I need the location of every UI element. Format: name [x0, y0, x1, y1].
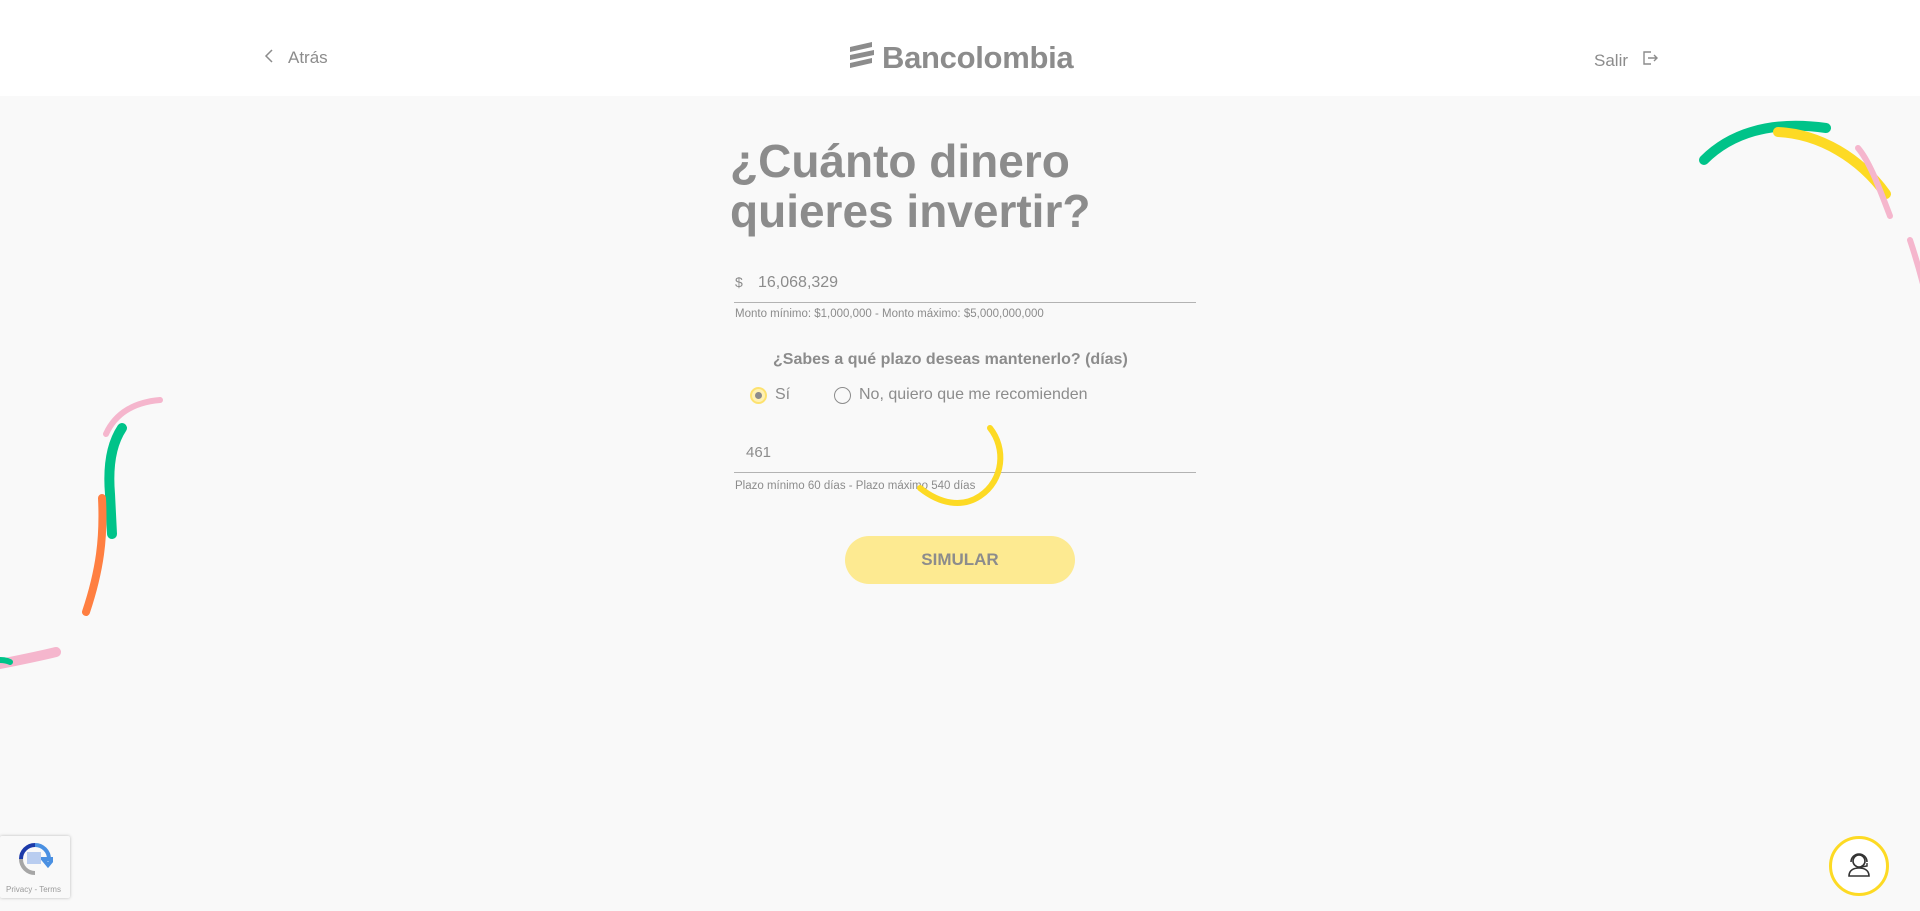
- amount-input[interactable]: [758, 274, 1178, 292]
- decorative-arc-top-right: [1699, 120, 1920, 285]
- simulate-button[interactable]: SIMULAR: [845, 536, 1075, 584]
- radio-option-no[interactable]: No, quiero que me recomienden: [834, 386, 1088, 404]
- currency-symbol: $: [735, 274, 743, 290]
- amount-hint: Monto mínimo: $1,000,000 - Monto máximo:…: [735, 308, 1044, 320]
- recaptcha-badge[interactable]: Privacy - Terms: [0, 836, 70, 898]
- radio-yes-label: Sí: [775, 386, 791, 403]
- help-button[interactable]: [1829, 836, 1889, 896]
- recaptcha-icon: [17, 842, 58, 881]
- top-header: Atrás Bancolombia Salir: [0, 0, 1920, 96]
- back-label: Atrás: [288, 48, 328, 67]
- support-agent-icon: [1845, 850, 1873, 883]
- brand-logo: Bancolombia: [848, 40, 1074, 76]
- bancolombia-logo-icon: [848, 40, 876, 76]
- brand-name: Bancolombia: [882, 40, 1074, 75]
- radio-checked-icon[interactable]: [750, 386, 767, 404]
- decorative-arc-left: [0, 397, 163, 669]
- chevron-left-icon: [264, 48, 274, 68]
- radio-unchecked-icon[interactable]: [834, 386, 851, 404]
- exit-button[interactable]: Salir: [1594, 50, 1659, 71]
- loading-spinner-icon: [917, 425, 1004, 506]
- page-title: ¿Cuánto dinero quieres invertir?: [730, 135, 1091, 237]
- recaptcha-terms[interactable]: Privacy - Terms: [6, 885, 61, 894]
- radio-option-yes[interactable]: Sí: [750, 386, 790, 404]
- radio-no-label: No, quiero que me recomienden: [859, 386, 1088, 403]
- exit-label: Salir: [1594, 50, 1629, 70]
- amount-field: $: [734, 268, 1196, 303]
- term-question: ¿Sabes a qué plazo deseas mantenerlo? (d…: [773, 351, 1128, 368]
- back-button[interactable]: Atrás: [264, 48, 328, 68]
- logout-icon: [1642, 50, 1659, 71]
